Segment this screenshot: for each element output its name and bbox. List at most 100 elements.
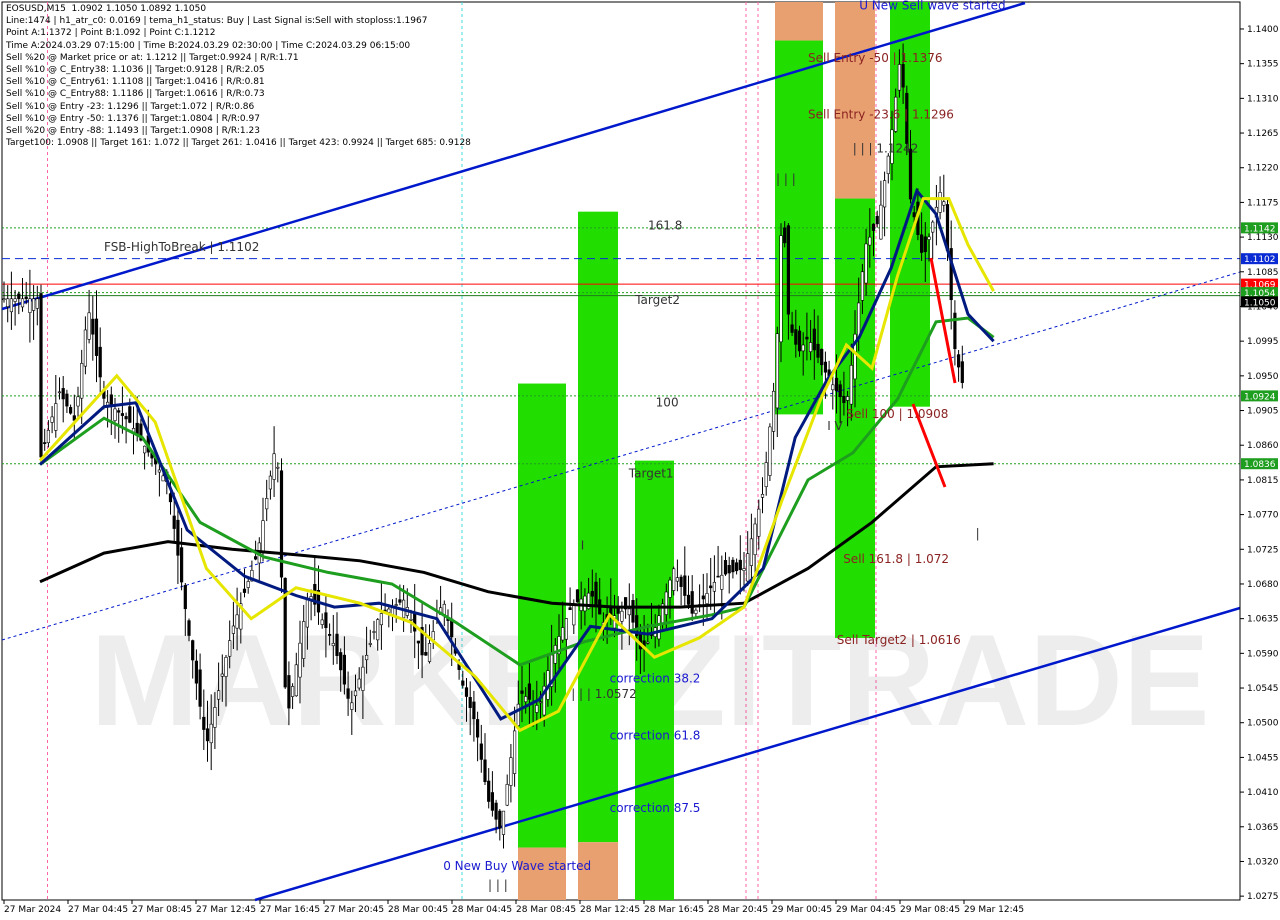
candle-body [335, 633, 339, 656]
candle-body [172, 515, 176, 529]
candle-body [786, 225, 790, 315]
candle-body [746, 553, 750, 582]
candle-body [723, 560, 728, 575]
wave-zone [518, 847, 566, 900]
candle-body [13, 298, 17, 302]
candle-body [202, 716, 206, 730]
candle-body [39, 293, 43, 458]
candle-body [764, 462, 768, 488]
chart-annotation: 0 New Buy Wave started [443, 859, 591, 873]
candle-body [868, 236, 872, 246]
candle-body [672, 568, 676, 591]
y-tick-label: 1.1220 [1247, 164, 1279, 174]
candle-body [350, 702, 354, 710]
candle-body [483, 759, 487, 783]
candle-body [897, 64, 901, 91]
candle-body [65, 393, 69, 407]
x-tick-label: 27 Mar 16:45 [260, 905, 320, 915]
candle-body [842, 396, 846, 403]
candle-body [734, 562, 739, 572]
candle-body [475, 719, 480, 738]
candle-body [516, 703, 520, 727]
candle-body [35, 298, 39, 309]
candle-body [109, 394, 113, 406]
y-tick-label: 1.0995 [1247, 337, 1279, 347]
candle-body [679, 576, 683, 587]
candle-body [61, 388, 65, 400]
chart-annotation: | | | [488, 878, 508, 892]
candle-body [816, 343, 820, 358]
candle-body [376, 619, 380, 641]
candle-body [882, 180, 887, 208]
chart-annotation: I V [827, 419, 843, 433]
info-line: Sell %20 @ Entry -88: 1.1493 || Target:1… [6, 126, 260, 137]
x-tick-label: 27 Mar 20:45 [324, 905, 384, 915]
candle-body [416, 640, 421, 644]
candle-body [57, 391, 62, 394]
candle-body [823, 361, 827, 373]
candle-body [831, 384, 835, 391]
candle-body [209, 723, 213, 744]
candle-body [742, 568, 746, 571]
price-label: 1.1050 [1244, 298, 1276, 308]
info-line: Point A:1.1372 | Point B:1.092 | Point C… [6, 28, 216, 39]
info-line: Sell %10 @ C_Entry38: 1.1036 || Target:0… [6, 65, 265, 76]
y-tick-label: 1.1400 [1247, 25, 1279, 35]
y-tick-label: 1.0410 [1247, 788, 1279, 798]
y-tick-label: 1.0545 [1247, 684, 1279, 694]
candle-body [749, 538, 753, 566]
candle-body [398, 599, 402, 603]
candle-body [797, 330, 802, 352]
chart-annotation: Sell 161.8 | 1.072 [843, 552, 949, 566]
candle-body [80, 363, 84, 399]
chart-annotation: Sell Target2 | 1.0616 [837, 633, 961, 647]
x-tick-label: 27 Mar 04:45 [68, 905, 128, 915]
candle-body [564, 618, 568, 640]
y-tick-label: 1.1085 [1247, 268, 1279, 278]
candle-body [942, 201, 946, 206]
candle-body [494, 802, 498, 820]
candle-body [17, 293, 21, 300]
price-label: 1.1102 [1244, 255, 1276, 265]
y-tick-label: 1.0590 [1247, 649, 1279, 659]
candle-body [54, 403, 58, 431]
x-tick-label: 29 Mar 08:45 [900, 905, 960, 915]
candle-body [768, 426, 772, 476]
candle-body [875, 215, 879, 225]
candle-body [413, 613, 417, 632]
chart-annotation: Sell Entry -50 | 1.1376 [808, 51, 942, 65]
candle-body [368, 643, 372, 645]
candle-body [720, 574, 724, 590]
y-tick-label: 1.0635 [1247, 615, 1279, 625]
candle-body [479, 743, 483, 760]
chart-annotation: Target2 [634, 293, 680, 307]
wave-zone [578, 211, 618, 843]
candle-body [524, 696, 528, 703]
candle-body [113, 408, 117, 421]
candle-body [235, 614, 239, 629]
candle-body [561, 627, 565, 641]
candle-body [290, 686, 295, 697]
candle-body [812, 328, 816, 351]
candle-body [512, 730, 517, 774]
info-lines: Line:1474 | h1_atr_c0: 0.0169 | tema_h1_… [6, 15, 471, 149]
candle-body [509, 757, 513, 786]
candle-body [694, 609, 698, 614]
x-tick-label: 27 Mar 08:45 [132, 905, 192, 915]
info-line: Sell %20 @ Market price or at: 1.1212 ||… [6, 52, 299, 63]
price-label: 1.0924 [1244, 392, 1276, 402]
x-tick-label: 29 Mar 00:45 [772, 905, 832, 915]
info-line: Time A:2024.03.29 07:15:00 | Time B:2024… [6, 40, 411, 51]
candle-body [731, 559, 735, 573]
candle-body [117, 410, 121, 413]
info-line: Target100: 1.0908 || Target 161: 1.072 |… [6, 138, 471, 149]
candle-body [287, 675, 291, 709]
chart-annotation: I [581, 538, 585, 552]
candle-body [956, 354, 961, 368]
candle-body [224, 657, 228, 677]
wave-zone [835, 2, 875, 199]
candle-body [69, 407, 73, 414]
candle-body [461, 680, 465, 686]
candle-body [709, 585, 713, 589]
chart-annotation: 161.8 [648, 218, 682, 232]
